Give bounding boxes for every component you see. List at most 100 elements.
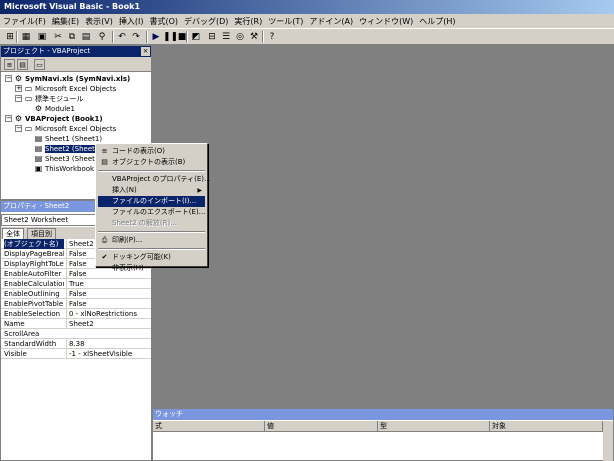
context-menu-label: 挿入(N) [112,186,137,194]
window-title: Microsoft Visual Basic - Book1 [4,2,141,11]
toolbox-icon: ⚒ [249,32,259,42]
tree-item-label: SymNavi.xls (SymNavi.xls) [25,75,131,83]
context-menu-item[interactable]: 非表示(H) [98,263,205,274]
toolbar-button[interactable]: ✂ [52,31,64,43]
watch-scrollbar[interactable] [603,421,613,461]
context-menu-item[interactable]: ファイルのエクスポート(E)... [98,207,205,218]
property-row[interactable]: Visible -1 - xlSheetVisible [1,349,151,359]
toolbar-button[interactable]: ⊞ [4,31,16,43]
toolbar-button[interactable]: ☰ [220,31,232,43]
toolbar-button[interactable]: ▣ [36,31,48,43]
tree-item[interactable]: ▣ ThisWorkbook [34,164,94,174]
toolbar-button[interactable]: ↶ [116,31,128,43]
property-value[interactable]: True [66,279,150,289]
context-menu-item[interactable]: ≡ コードの表示(O) [98,146,205,157]
tree-item[interactable]: ▤ Sheet1 (Sheet1) [34,134,102,144]
property-value[interactable]: 0 - xlNoRestrictions [66,309,150,319]
tree-item[interactable]: ⚙ SymNavi.xls (SymNavi.xls) [14,74,130,84]
property-row[interactable]: EnableSelection 0 - xlNoRestrictions [1,309,151,319]
context-menu-label: 非表示(H) [112,264,144,272]
menu-item[interactable]: デバッグ(D) [181,14,231,29]
context-menu-item[interactable]: ⎙ 印刷(P)... [98,235,205,246]
toolbar-button[interactable]: ◩ [190,31,202,43]
insert-module-icon: ▦ [21,32,31,42]
toolbar-separator [186,31,188,43]
toolbar-button[interactable]: ▶ [150,31,162,43]
context-menu-item[interactable]: 挿入(N) ▶ [98,185,205,196]
menu-item[interactable]: ツール(T) [265,14,306,29]
property-value[interactable]: -1 - xlSheetVisible [66,349,150,359]
toolbar-button[interactable]: ⚒ [248,31,260,43]
break-icon: ❚❚ [163,32,179,42]
tree-item[interactable]: ▭ Microsoft Excel Objects [24,124,117,134]
toolbar-button[interactable]: ◎ [234,31,246,43]
menu-item[interactable]: ヘルプ(H) [416,14,458,29]
menu-item[interactable]: 表示(V) [82,14,116,29]
menu-item[interactable]: 書式(O) [146,14,181,29]
menu-item[interactable]: アドイン(A) [306,14,356,29]
toolbar-button[interactable]: ? [266,31,278,43]
tree-item-label: 標準モジュール [35,95,84,103]
property-row[interactable]: EnableCalculation True [1,279,151,289]
property-row[interactable]: EnablePivotTable False [1,299,151,309]
tab-categorized[interactable]: 項目別 [27,228,56,239]
tree-expander-icon[interactable]: − [5,115,12,122]
watch-title: ウォッチ [155,410,183,418]
tree-expander-icon[interactable]: − [15,95,22,102]
toolbar-button[interactable]: ⧉ [66,31,78,43]
toolbar-button[interactable]: ▤ [80,31,92,43]
context-menu-item[interactable]: ▤ オブジェクトの表示(B) [98,157,205,168]
property-row[interactable]: EnableOutlining False [1,289,151,299]
tree-item[interactable]: ⚙ Module1 [34,104,75,114]
watch-col-expression[interactable]: 式 [153,421,265,432]
property-value[interactable]: False [66,299,150,309]
close-icon[interactable]: × [141,47,150,56]
property-value[interactable]: False [66,289,150,299]
toggle-folders-icon[interactable]: ▭ [34,59,45,70]
property-row[interactable]: StandardWidth 8.38 [1,339,151,349]
toolbar-button[interactable]: ⚲ [96,31,108,43]
tree-item[interactable]: ▤ Sheet2 (Sheet2) [34,144,103,154]
context-menu-label: Sheet2 の解放(R)... [112,219,177,227]
menu-item[interactable]: 編集(E) [49,14,82,29]
tree-item[interactable]: ⚙ VBAProject (Book1) [14,114,103,124]
project-explorer-toolbar: ≡ ▤ ▭ [1,57,151,72]
menu-item[interactable]: 実行(R) [231,14,265,29]
menu-item[interactable]: ファイル(F) [0,14,49,29]
toolbar-separator [16,31,18,43]
toolbar-button[interactable]: ▦ [20,31,32,43]
toolbar-button[interactable]: ❚❚ [163,31,179,43]
menu-item[interactable]: ウィンドウ(W) [356,14,416,29]
tree-item[interactable]: ▭ Microsoft Excel Objects [24,84,117,94]
tree-item[interactable]: ▭ 標準モジュール [24,94,84,104]
toolbar-button[interactable]: ↷ [130,31,142,43]
context-menu-label: VBAProject のプロパティ(E)... [112,175,211,183]
watch-col-type[interactable]: 型 [378,421,490,432]
property-row[interactable]: ScrollArea [1,329,151,339]
context-menu-item[interactable]: VBAProject のプロパティ(E)... [98,174,211,185]
code-icon: ≡ [101,147,108,155]
view-object-icon[interactable]: ▤ [17,59,28,70]
property-value[interactable]: 8.38 [66,339,150,349]
workbook-icon: ▣ [34,164,43,173]
watch-col-context[interactable]: 対象 [490,421,603,432]
property-value[interactable]: Sheet2 [66,319,150,329]
watch-col-value[interactable]: 値 [265,421,378,432]
tree-expander-icon[interactable]: − [15,125,22,132]
tab-alphabetic[interactable]: 全体 [2,228,24,239]
context-menu-item[interactable]: ファイルのインポート(I)... [98,196,205,207]
property-row[interactable]: Name Sheet2 [1,319,151,329]
tree-expander-icon[interactable]: + [15,85,22,92]
tree-expander-icon[interactable]: − [5,75,12,82]
menu-item[interactable]: 挿入(I) [116,14,147,29]
menu-separator [98,170,205,172]
menu-separator [98,231,205,233]
redo-icon: ↷ [132,32,140,42]
toolbar-button[interactable]: ⊟ [206,31,218,43]
find-icon: ⚲ [98,32,106,42]
project-explorer-icon: ⊟ [208,32,216,42]
folder-icon: ▭ [24,84,33,93]
context-menu-item[interactable]: ✔ ドッキング可能(K) [98,252,205,263]
tree-item[interactable]: ▤ Sheet3 (Sheet3) [34,154,102,164]
view-code-icon[interactable]: ≡ [4,59,15,70]
